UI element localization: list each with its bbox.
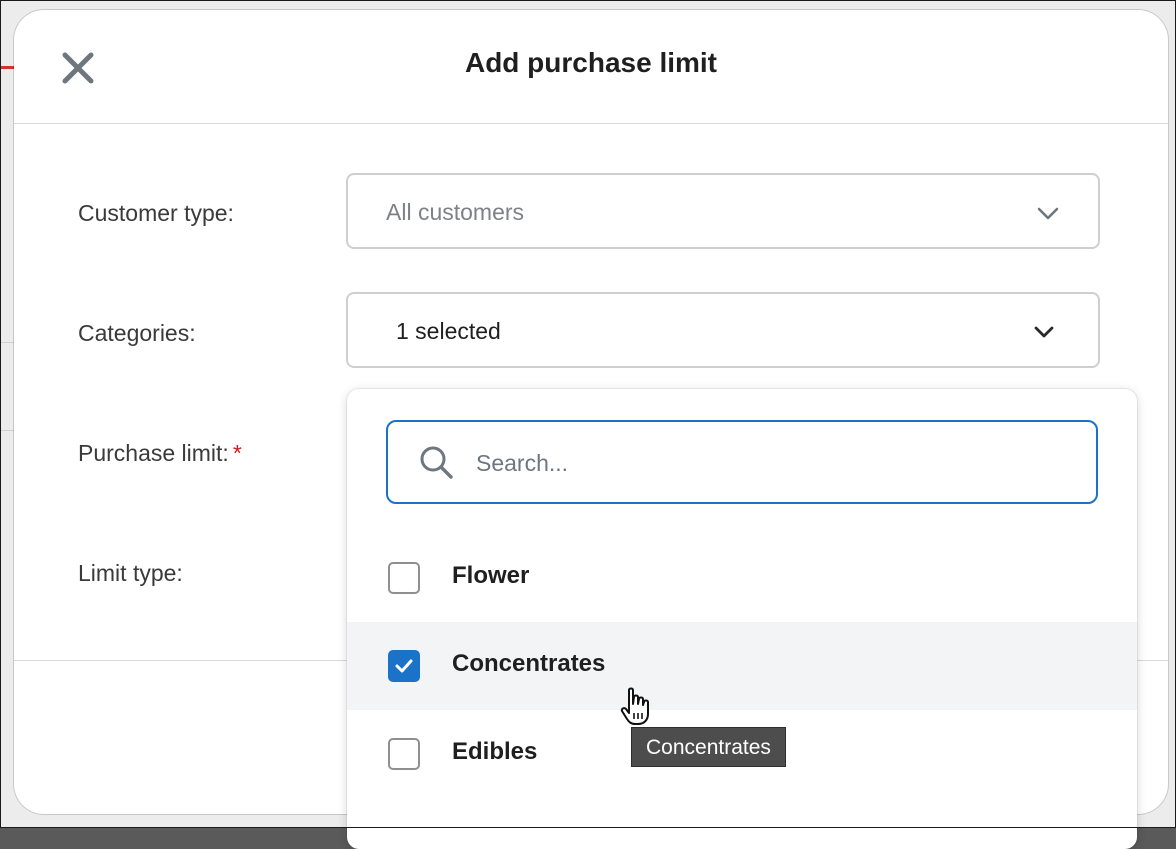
chevron-down-icon: [1037, 207, 1059, 220]
categories-dropdown: Flower Concentrates Edibles: [347, 389, 1137, 849]
hand-pointer-icon: [620, 687, 649, 725]
option-concentrates[interactable]: Concentrates: [347, 622, 1137, 710]
search-input[interactable]: [474, 440, 1078, 486]
purchase-limit-label: Purchase limit: *: [78, 440, 242, 467]
edibles-checkbox[interactable]: [388, 738, 420, 770]
option-label: Flower: [452, 562, 530, 589]
categories-select[interactable]: 1 selected: [346, 292, 1100, 368]
customer-type-select[interactable]: All customers: [346, 173, 1100, 249]
concentrates-checkbox[interactable]: [388, 650, 420, 682]
option-label: Concentrates: [452, 650, 606, 677]
purchase-limit-label-text: Purchase limit:: [78, 440, 229, 466]
customer-type-value: All customers: [386, 199, 525, 225]
search-field[interactable]: [386, 420, 1098, 504]
modal-title: Add purchase limit: [464, 47, 718, 78]
customer-type-label: Customer type:: [78, 200, 234, 226]
check-icon: [395, 659, 413, 673]
tooltip: Concentrates: [631, 727, 786, 767]
flower-checkbox[interactable]: [388, 562, 420, 594]
option-flower[interactable]: Flower: [347, 534, 1137, 622]
option-label: Edibles: [452, 738, 538, 765]
backdrop-accent-bar: [0, 66, 14, 69]
categories-value: 1 selected: [396, 318, 501, 344]
modal-header: Add purchase limit: [14, 10, 1168, 124]
required-marker: *: [232, 440, 242, 466]
backdrop-divider: [0, 430, 14, 431]
categories-label: Categories:: [78, 320, 196, 346]
limit-type-label: Limit type:: [78, 560, 183, 586]
search-icon: [420, 446, 453, 479]
backdrop-divider: [0, 342, 14, 343]
chevron-down-icon: [1034, 326, 1054, 338]
